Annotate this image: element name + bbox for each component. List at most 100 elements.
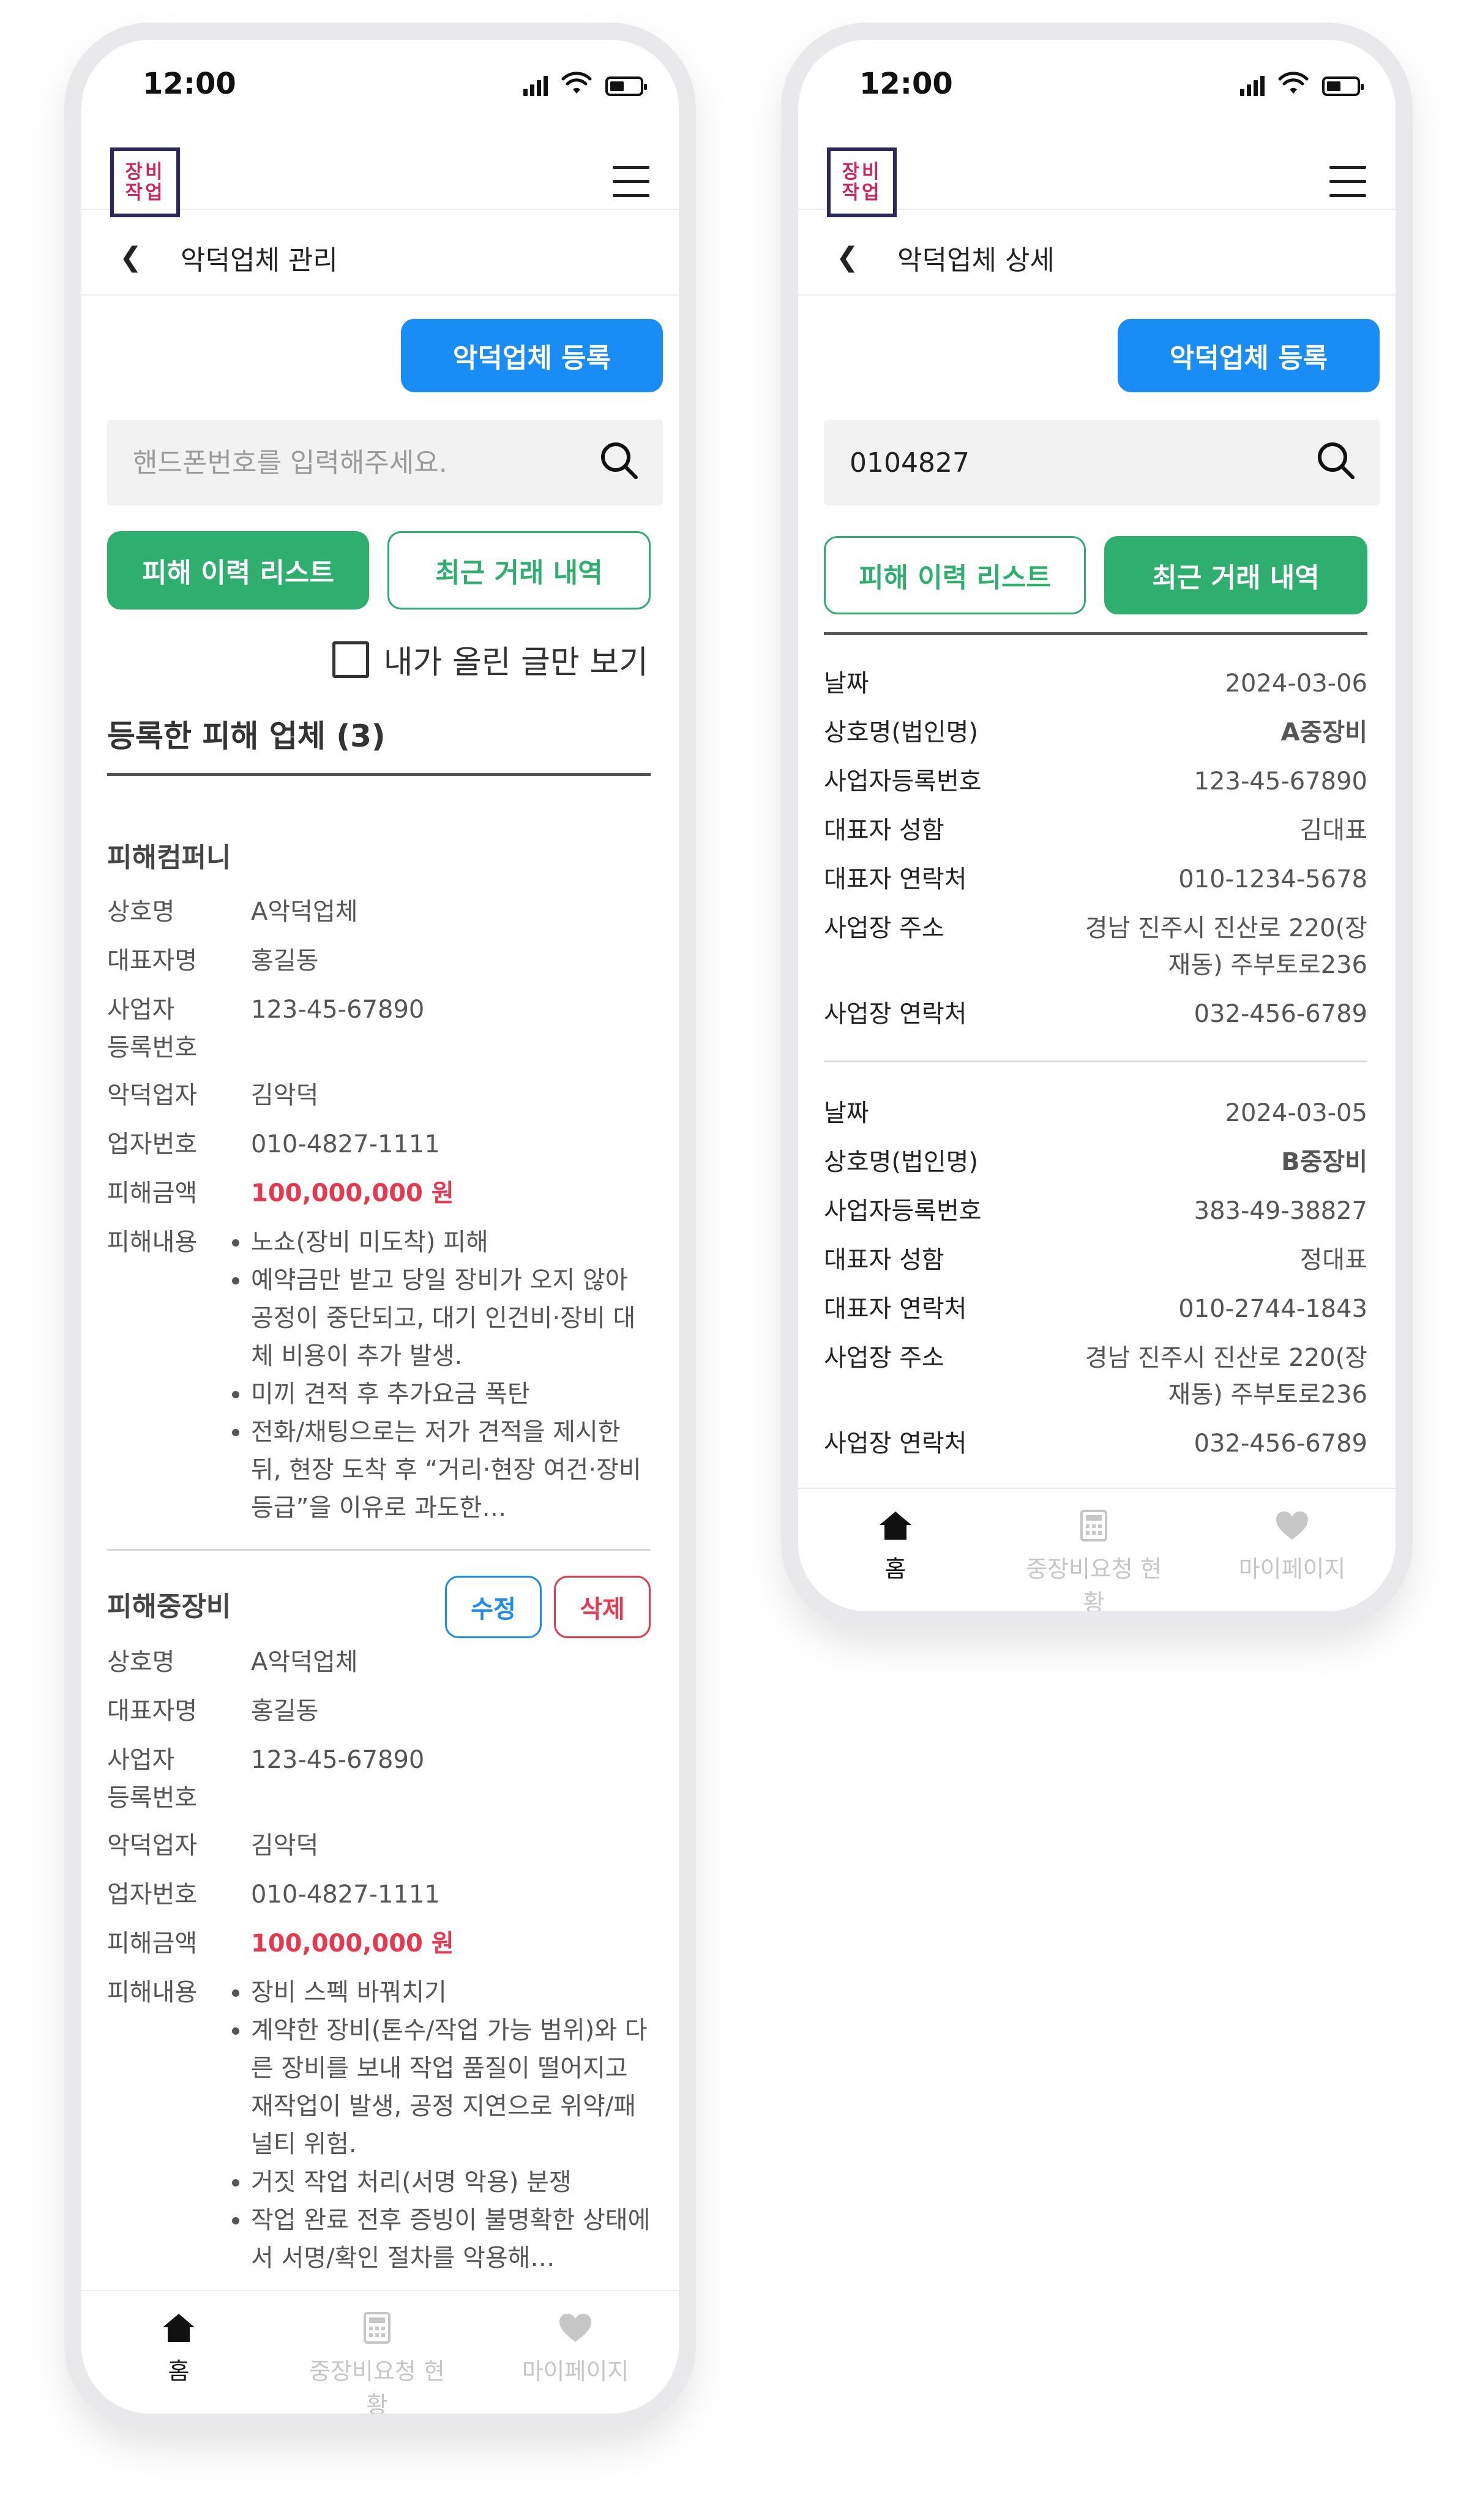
calculator-icon <box>1080 1510 1107 1541</box>
register-button[interactable]: 악덕업체 등록 <box>1118 319 1380 392</box>
search-icon[interactable] <box>599 441 638 480</box>
section-title: 등록한 피해 업체 (3) <box>107 718 386 754</box>
nav-mypage[interactable]: 마이페이지 <box>1219 1507 1366 1584</box>
list-item: 미끼 견적 후 추가요금 폭탄 <box>251 1375 651 1413</box>
card-title: 피해중장비 <box>107 1591 231 1622</box>
damage-content-row: 피해내용 장비 스펙 바꿔치기 계약한 장비(톤수/작업 가능 범위)와 다른 … <box>107 1974 651 2277</box>
menu-icon[interactable] <box>1329 166 1366 197</box>
nav-home[interactable]: 홈 <box>822 1507 969 1584</box>
my-posts-filter[interactable]: 내가 올린 글만 보기 <box>332 636 648 682</box>
page-title: 악덕업체 상세 <box>897 245 1055 276</box>
section-divider <box>107 773 651 776</box>
page-header: ❮ 악덕업체 상세 <box>798 210 1396 296</box>
card-row: 업자번호 010-4827-1111 <box>107 1130 440 1158</box>
damage-content-row: 피해내용 노쇼(장비 미도착) 피해 예약금만 받고 당일 장비가 오지 않아 … <box>107 1223 651 1527</box>
nav-home[interactable]: 홈 <box>105 2309 252 2386</box>
list-item: 거짓 작업 처리(서명 악용) 분쟁 <box>251 2163 651 2201</box>
card-title: 피해컴퍼니 <box>107 842 231 873</box>
home-icon <box>880 1512 911 1540</box>
nav-requests[interactable]: 중장비요청 현황 <box>1020 1507 1167 1611</box>
record-row: 사업장 연락처 032-456-6789 <box>824 1430 1367 1458</box>
list-item: 예약금만 받고 당일 장비가 오지 않아 공정이 중단되고, 대기 인건비·장비… <box>251 1261 651 1375</box>
card-row: 대표자명 홍길동 <box>107 947 319 975</box>
card-row: 상호명 A악덕업체 <box>107 898 358 926</box>
app-header: 장비 작업 <box>81 132 679 217</box>
search-box <box>824 420 1380 505</box>
card-divider <box>107 1549 651 1551</box>
wifi-icon <box>1278 72 1309 94</box>
phone-left: 12:00 장비 작업 ❮ 악덕업체 관리 악덕업체 등록 피해 이력 리스트 … <box>64 23 696 2431</box>
search-icon[interactable] <box>1316 441 1355 480</box>
record-row: 사업자등록번호 383-49-38827 <box>824 1197 1367 1225</box>
record-row: 사업장 주소 경남 진주시 진산로 220(장 재동) 주부토로236 <box>824 1344 1367 1409</box>
nav-mypage[interactable]: 마이페이지 <box>502 2309 649 2386</box>
back-icon[interactable]: ❮ <box>836 242 859 273</box>
search-input[interactable] <box>848 420 1240 505</box>
record-row: 사업자등록번호 123-45-67890 <box>824 767 1367 796</box>
record-row: 사업장 주소 경남 진주시 진산로 220(장 재동) 주부토로236 <box>824 914 1367 979</box>
record-divider <box>824 1061 1367 1062</box>
back-icon[interactable]: ❮ <box>119 242 142 273</box>
card-row: 사업자 등록번호 123-45-67890 <box>107 996 425 1062</box>
list-item: 계약한 장비(톤수/작업 가능 범위)와 다른 장비를 보내 작업 품질이 떨어… <box>251 2011 651 2163</box>
phone-right: 12:00 장비 작업 ❮ 악덕업체 상세 악덕업체 등록 피해 이력 리스트 … <box>781 23 1413 1628</box>
delete-button[interactable]: 삭제 <box>554 1576 651 1638</box>
heart-icon <box>1276 1512 1308 1540</box>
nav-requests[interactable]: 중장비요청 현황 <box>304 2309 450 2414</box>
damage-amount: 100,000,000 원 <box>251 1179 454 1207</box>
record-row: 날짜 2024-03-05 <box>824 1099 1367 1127</box>
card-row: 대표자명 홍길동 <box>107 1697 319 1725</box>
bottom-nav: 홈 중장비요청 현황 마이페이지 <box>81 2290 679 2414</box>
search-input[interactable] <box>132 420 523 505</box>
status-time: 12:00 <box>859 67 953 101</box>
tab-damage-history[interactable]: 피해 이력 리스트 <box>824 536 1086 614</box>
status-bar: 12:00 <box>798 40 1396 132</box>
card-row: 상호명 A악덕업체 <box>107 1648 358 1676</box>
tab-recent-transactions[interactable]: 최근 거래 내역 <box>1104 536 1367 614</box>
damage-content-list: 장비 스펙 바꿔치기 계약한 장비(톤수/작업 가능 범위)와 다른 장비를 보… <box>214 1974 651 2277</box>
page-header: ❮ 악덕업체 관리 <box>81 210 679 296</box>
card-row: 악덕업자 김악덕 <box>107 1832 319 1860</box>
search-box <box>107 420 663 505</box>
list-item: 노쇼(장비 미도착) 피해 <box>251 1223 651 1261</box>
app-logo[interactable]: 장비 작업 <box>110 147 180 217</box>
record-row: 대표자 연락처 010-2744-1843 <box>824 1295 1367 1323</box>
record-row: 날짜 2024-03-06 <box>824 669 1367 698</box>
damage-amount-row: 피해금액 100,000,000 원 <box>107 1174 651 1212</box>
my-posts-checkbox[interactable] <box>332 641 369 678</box>
section-divider <box>824 632 1367 635</box>
bottom-nav: 홈 중장비요청 현황 마이페이지 <box>798 1488 1396 1611</box>
menu-icon[interactable] <box>613 166 649 197</box>
register-button[interactable]: 악덕업체 등록 <box>401 319 663 392</box>
card-row: 업자번호 010-4827-1111 <box>107 1881 440 1909</box>
record-row: 상호명(법인명) B중장비 <box>824 1148 1367 1176</box>
list-item: 전화/채팅으로는 저가 견적을 제시한 뒤, 현장 도착 후 “거리·현장 여건… <box>251 1413 651 1527</box>
signal-icon <box>523 74 548 96</box>
tab-damage-history[interactable]: 피해 이력 리스트 <box>107 531 369 609</box>
battery-icon <box>605 76 647 96</box>
status-time: 12:00 <box>143 67 236 101</box>
status-bar: 12:00 <box>81 40 679 132</box>
edit-button[interactable]: 수정 <box>445 1576 542 1638</box>
screen-left: 12:00 장비 작업 ❮ 악덕업체 관리 악덕업체 등록 피해 이력 리스트 … <box>81 40 679 2414</box>
signal-icon <box>1240 74 1265 96</box>
damage-content-list: 노쇼(장비 미도착) 피해 예약금만 받고 당일 장비가 오지 않아 공정이 중… <box>214 1223 651 1527</box>
app-logo[interactable]: 장비 작업 <box>827 147 897 217</box>
list-item: 작업 완료 전후 증빙이 불명확한 상태에서 서명/확인 절차를 악용해… <box>251 2201 651 2277</box>
calculator-icon <box>364 2312 391 2344</box>
tab-recent-transactions[interactable]: 최근 거래 내역 <box>387 531 651 609</box>
card-row: 악덕업자 김악덕 <box>107 1081 319 1109</box>
card-row: 사업자 등록번호 123-45-67890 <box>107 1746 425 1812</box>
record-row: 대표자 연락처 010-1234-5678 <box>824 865 1367 893</box>
page-title: 악덕업체 관리 <box>181 245 338 276</box>
record-row: 대표자 성함 정대표 <box>824 1246 1367 1274</box>
screen-right: 12:00 장비 작업 ❮ 악덕업체 상세 악덕업체 등록 피해 이력 리스트 … <box>798 40 1396 1611</box>
heart-icon <box>559 2314 591 2342</box>
my-posts-label: 내가 올린 글만 보기 <box>383 644 648 681</box>
wifi-icon <box>561 72 592 94</box>
record-row: 대표자 성함 김대표 <box>824 816 1367 844</box>
damage-amount-row: 피해금액 100,000,000 원 <box>107 1925 651 1963</box>
damage-amount: 100,000,000 원 <box>251 1929 454 1958</box>
battery-icon <box>1322 76 1364 96</box>
record-row: 사업장 연락처 032-456-6789 <box>824 1000 1367 1028</box>
